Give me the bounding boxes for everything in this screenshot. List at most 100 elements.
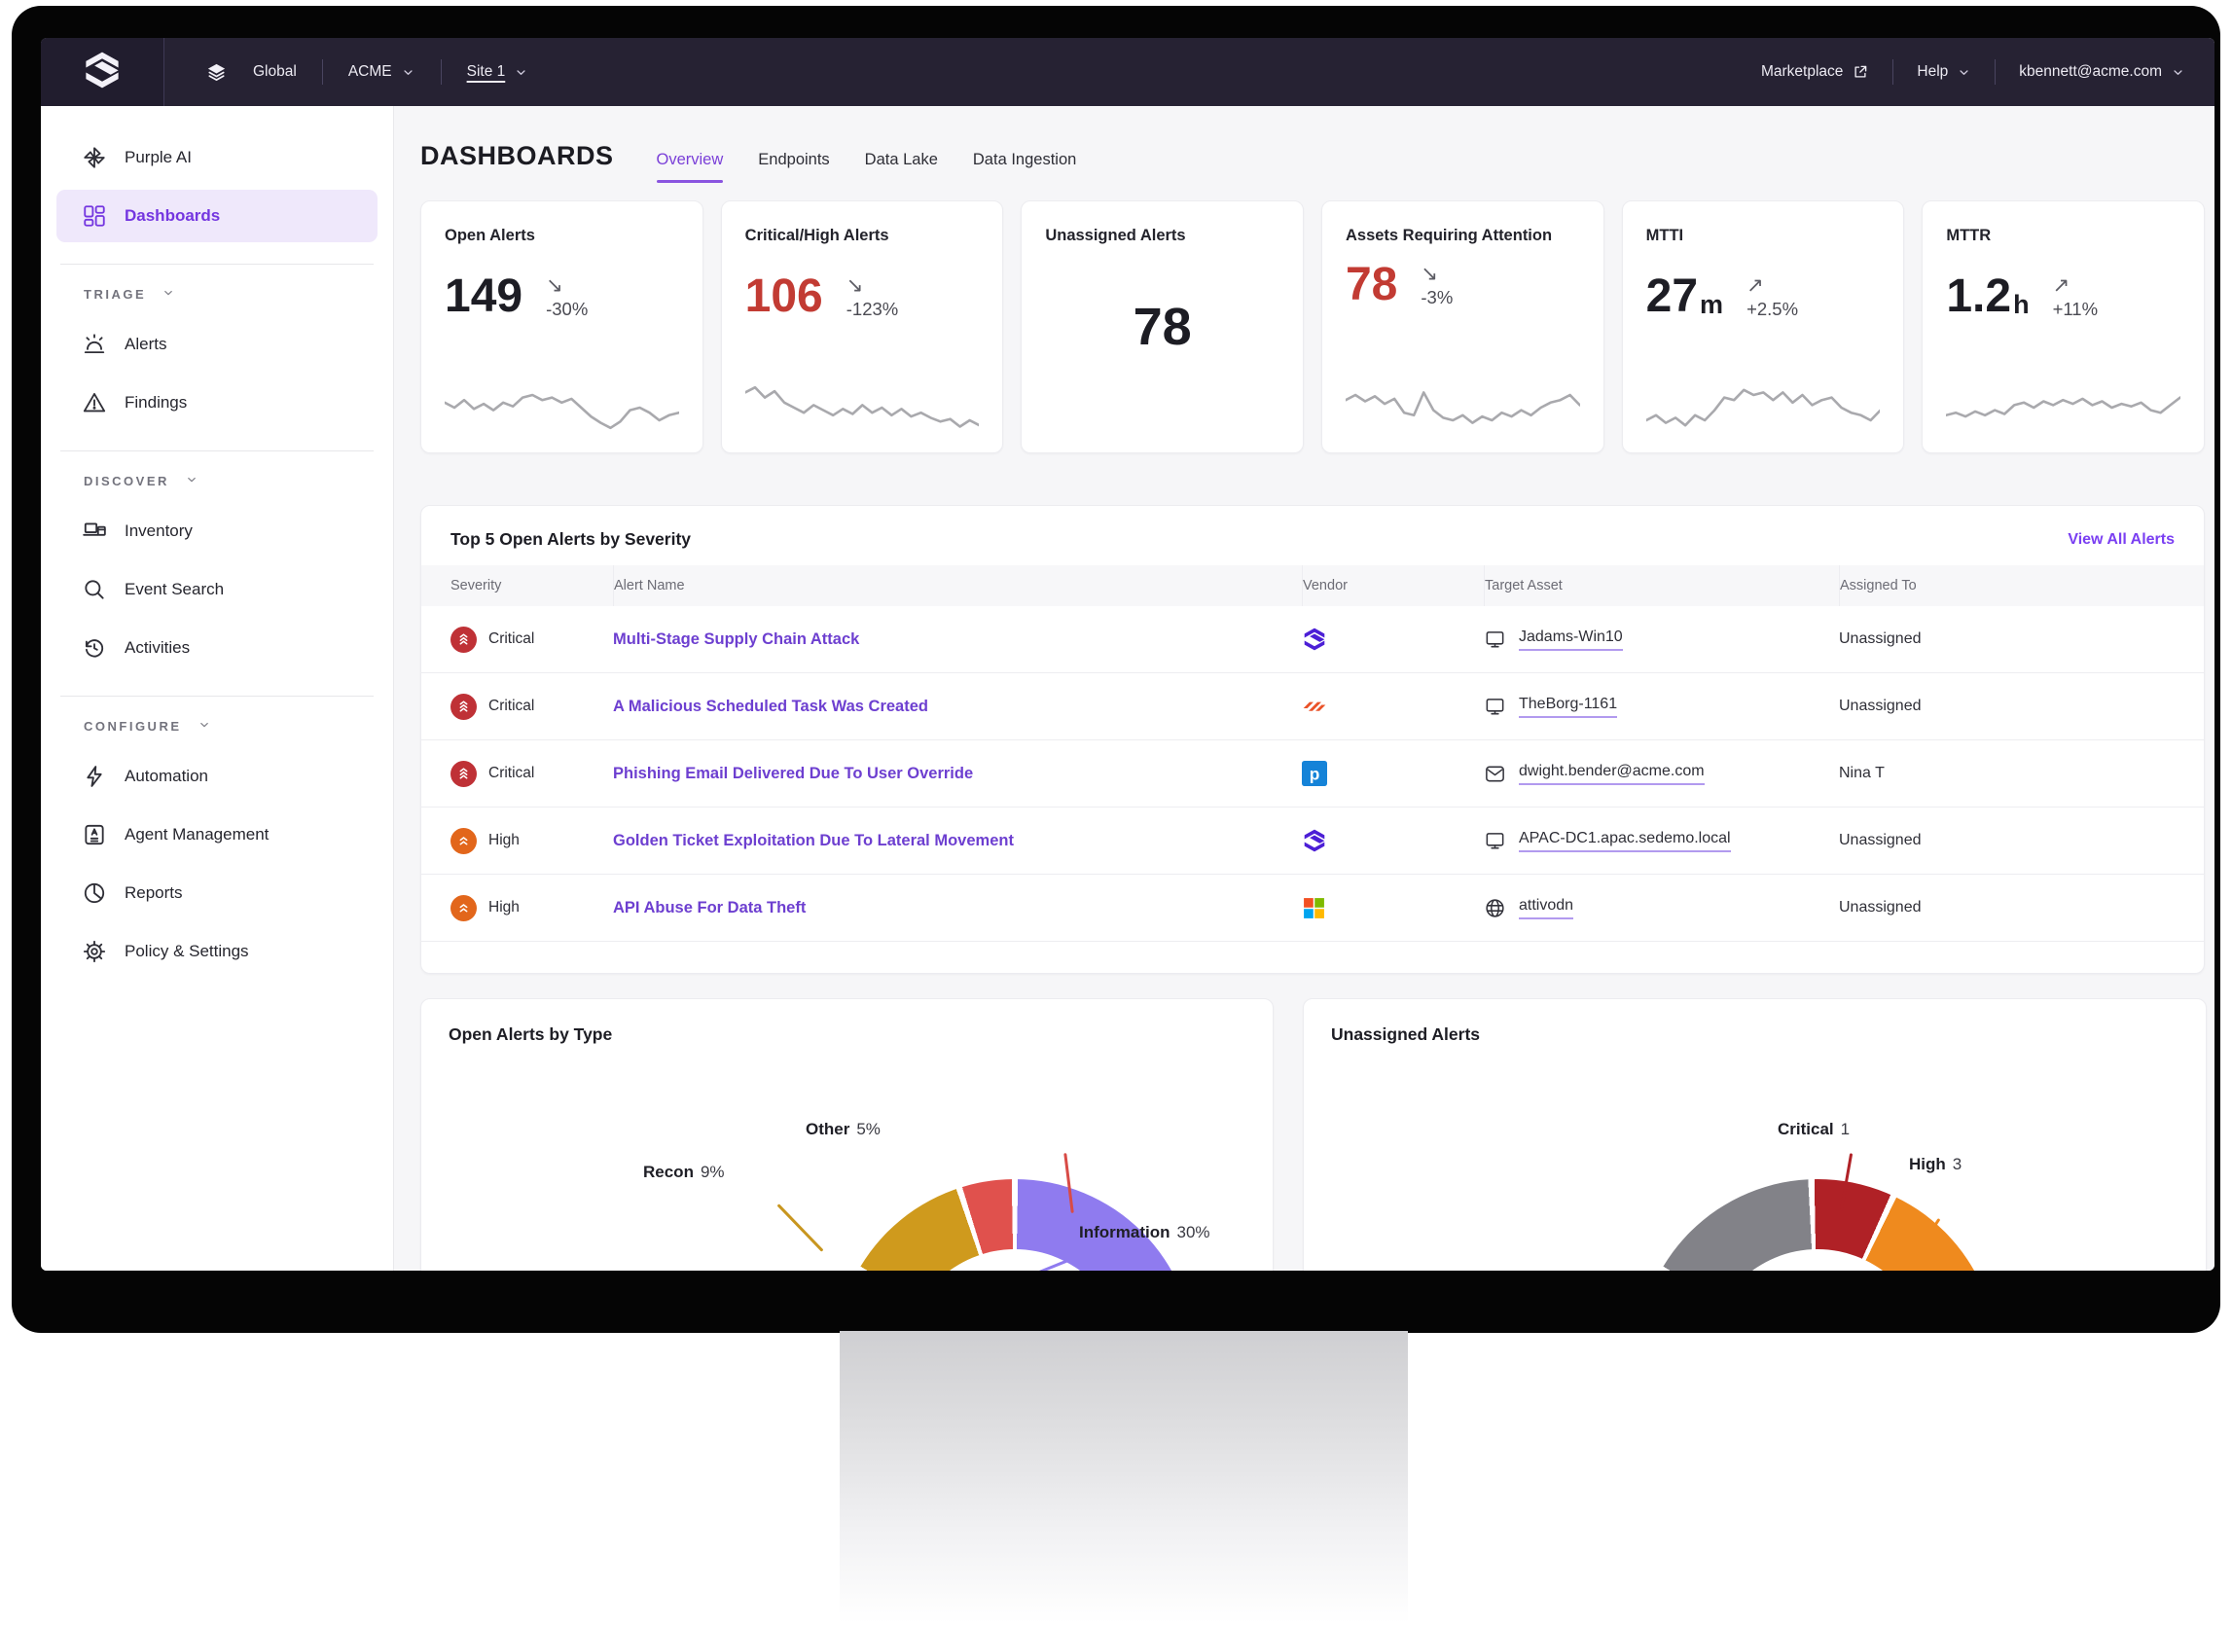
table-row[interactable]: Critical A Malicious Scheduled Task Was … (421, 673, 2204, 740)
target-asset-link[interactable]: dwight.bender@acme.com (1519, 763, 1705, 785)
target-asset-link[interactable]: APAC-DC1.apac.sedemo.local (1519, 830, 1731, 852)
sidebar-divider (60, 264, 374, 265)
open-alerts-by-type-card: Open Alerts by Type Other5% Recon9% (420, 998, 1274, 1271)
sidebar-item-label: Findings (125, 393, 187, 413)
gear-icon (82, 939, 107, 964)
view-all-alerts-link[interactable]: View All Alerts (2068, 531, 2175, 549)
kpi-card-critical-high-alerts[interactable]: Critical/High Alerts 106 ↘ -123% (721, 200, 1004, 453)
callout-high: High3 (1909, 1155, 1962, 1174)
sentinelone-logo-icon (82, 50, 123, 95)
dashboards-grid-icon (82, 203, 107, 229)
sidebar-section-configure[interactable]: CONFIGURE (41, 718, 393, 735)
kpi-card-mtti[interactable]: MTTI 27 m ↗ +2.5% (1622, 200, 1905, 453)
severity-label: High (488, 899, 520, 916)
kpi-card-unassigned-alerts[interactable]: Unassigned Alerts 78 (1021, 200, 1304, 453)
sparkline-chart (1946, 382, 2180, 433)
vendor-logo-sentinelone (1302, 627, 1484, 652)
callout-line (776, 1203, 823, 1252)
section-title: DISCOVER (84, 474, 169, 488)
inventory-devices-icon (82, 519, 107, 544)
alert-name-link[interactable]: Golden Ticket Exploitation Due To Latera… (613, 832, 1302, 850)
user-email: kbennett@acme.com (2019, 63, 2162, 81)
account-name: ACME (348, 63, 392, 81)
assigned-to: Unassigned (1839, 698, 2204, 715)
kpi-card-assets-requiring-attention[interactable]: Assets Requiring Attention 78 ↘ -3% (1321, 200, 1604, 453)
sidebar-item-findings[interactable]: Findings (56, 377, 378, 429)
chevron-down-icon (162, 286, 175, 303)
vendor-logo-palo-alto (1302, 694, 1484, 719)
site-selector[interactable]: Site 1 (467, 63, 529, 81)
kpi-delta: ↘ -123% (846, 275, 898, 320)
kpi-value: 78 (1346, 262, 1397, 308)
main-content: DASHBOARDS Overview Endpoints Data Lake … (394, 106, 2214, 1271)
severity-label: High (488, 832, 520, 849)
app-body: Purple AI Dashboards TRIAGE (41, 106, 2214, 1271)
target-asset-link[interactable]: attivodn (1519, 897, 1573, 919)
alert-name-link[interactable]: API Abuse For Data Theft (613, 899, 1302, 917)
trend-up-arrow-icon: ↗ (2053, 275, 2070, 296)
sidebar-item-purple-ai[interactable]: Purple AI (56, 131, 378, 184)
mail-icon (1484, 763, 1506, 785)
table-row[interactable]: Critical Phishing Email Delivered Due To… (421, 740, 2204, 808)
sidebar-item-label: Policy & Settings (125, 942, 249, 961)
top-navbar: Global ACME Site 1 (41, 38, 2214, 106)
tab-data-lake[interactable]: Data Lake (865, 151, 938, 171)
sidebar-item-reports[interactable]: Reports (56, 867, 378, 919)
brand-logo[interactable] (41, 38, 164, 106)
account-selector[interactable]: ACME (348, 63, 415, 81)
sidebar-item-label: Alerts (125, 335, 166, 354)
alert-name-link[interactable]: Multi-Stage Supply Chain Attack (613, 630, 1302, 649)
table-row[interactable]: High Golden Ticket Exploitation Due To L… (421, 808, 2204, 875)
tab-data-ingestion[interactable]: Data Ingestion (973, 151, 1076, 171)
pie-chart-icon (82, 880, 107, 906)
sidebar-item-agent-management[interactable]: Agent Management (56, 808, 378, 861)
kpi-card-mttr[interactable]: MTTR 1.2 h ↗ +11% (1922, 200, 2205, 453)
sidebar-item-dashboards[interactable]: Dashboards (56, 190, 378, 242)
sidebar-item-label: Inventory (125, 521, 193, 541)
kpi-value: 78 (1045, 297, 1279, 357)
callout-recon: Recon9% (643, 1163, 725, 1182)
table-row[interactable]: High API Abuse For Data Theft (421, 875, 2204, 942)
alert-name-link[interactable]: A Malicious Scheduled Task Was Created (613, 698, 1302, 716)
nav-global-label[interactable]: Global (253, 63, 297, 81)
history-clock-icon (82, 635, 107, 661)
tab-overview[interactable]: Overview (657, 151, 724, 171)
sidebar-item-label: Automation (125, 767, 208, 786)
sidebar-item-automation[interactable]: Automation (56, 750, 378, 803)
column-header-assigned-to: Assigned To (1839, 565, 2204, 606)
kpi-title: Critical/High Alerts (745, 225, 980, 246)
sidebar-item-policy-settings[interactable]: Policy & Settings (56, 925, 378, 978)
severity-label: Critical (488, 698, 534, 715)
target-asset-link[interactable]: TheBorg-1161 (1519, 696, 1617, 718)
svg-text:p: p (1310, 764, 1320, 783)
callout-other: Other5% (806, 1120, 881, 1139)
help-menu[interactable]: Help (1917, 63, 1971, 81)
callout-information: Information30% (1079, 1223, 1210, 1242)
search-icon (82, 577, 107, 602)
alert-siren-icon (82, 332, 107, 357)
column-header-alert-name: Alert Name (613, 565, 1302, 606)
kpi-unit: h (2013, 289, 2030, 320)
user-menu[interactable]: kbennett@acme.com (2019, 63, 2185, 81)
sidebar-section-discover[interactable]: DISCOVER (41, 473, 393, 489)
top-alerts-card: Top 5 Open Alerts by Severity View All A… (420, 505, 2205, 974)
sidebar-item-event-search[interactable]: Event Search (56, 563, 378, 616)
chevron-down-icon (185, 473, 198, 489)
tab-endpoints[interactable]: Endpoints (758, 151, 829, 171)
marketplace-link[interactable]: Marketplace (1761, 63, 1869, 81)
sidebar-item-inventory[interactable]: Inventory (56, 505, 378, 557)
kpi-title: MTTI (1646, 225, 1881, 246)
sidebar-section-triage[interactable]: TRIAGE (41, 286, 393, 303)
kpi-delta-value: -30% (546, 299, 588, 320)
nav-user-group: Marketplace Help (1761, 59, 2185, 85)
table-title: Top 5 Open Alerts by Severity (450, 529, 691, 550)
purple-ai-pinwheel-icon (82, 145, 107, 170)
table-row[interactable]: Critical Multi-Stage Supply Chain Attack (421, 606, 2204, 673)
target-asset-link[interactable]: Jadams-Win10 (1519, 628, 1623, 651)
sidebar-item-alerts[interactable]: Alerts (56, 318, 378, 371)
kpi-card-open-alerts[interactable]: Open Alerts 149 ↘ -30% (420, 200, 703, 453)
sidebar-item-activities[interactable]: Activities (56, 622, 378, 674)
alert-name-link[interactable]: Phishing Email Delivered Due To User Ove… (613, 765, 1302, 783)
dashboard-tabs: Overview Endpoints Data Lake Data Ingest… (657, 151, 1077, 171)
kpi-title: Assets Requiring Attention (1346, 225, 1580, 246)
